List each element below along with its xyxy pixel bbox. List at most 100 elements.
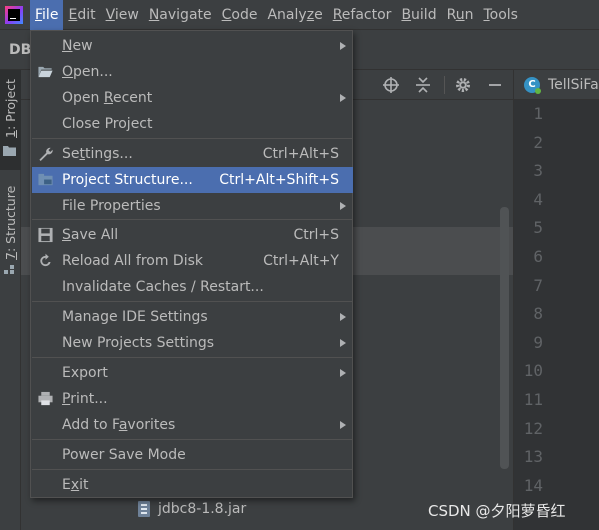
menu-item-label: Print... bbox=[62, 391, 108, 407]
menu-build[interactable]: Build bbox=[396, 0, 441, 30]
tool-tab-project[interactable]: 1: Project bbox=[0, 70, 21, 170]
line-number: 7 bbox=[533, 275, 543, 295]
menu-item-label: Settings... bbox=[62, 146, 133, 162]
line-number: 8 bbox=[533, 304, 543, 324]
menu-edit[interactable]: Edit bbox=[63, 0, 100, 30]
line-number: 9 bbox=[533, 332, 543, 352]
menu-item-exit[interactable]: Exit bbox=[32, 472, 353, 498]
save-icon bbox=[38, 227, 53, 243]
project-structure-icon bbox=[38, 173, 53, 186]
menu-separator bbox=[32, 138, 353, 139]
menu-separator bbox=[32, 469, 353, 470]
menu-item-label: Reload All from Disk bbox=[62, 253, 203, 269]
menu-item-invalidate-caches-restart[interactable]: Invalidate Caches / Restart... bbox=[32, 274, 353, 300]
menu-item-export[interactable]: Export bbox=[32, 360, 353, 386]
menu-run[interactable]: Run bbox=[442, 0, 479, 30]
folder-icon bbox=[3, 146, 16, 156]
menu-item-label: Open... bbox=[62, 64, 113, 80]
file-dropdown-menu: New Open... Open Recent Close Project Settin… bbox=[30, 30, 353, 498]
menu-item-manage-ide-settings[interactable]: Manage IDE Settings bbox=[32, 304, 353, 330]
minimize-icon[interactable] bbox=[485, 75, 505, 95]
menu-item-open-recent[interactable]: Open Recent bbox=[32, 85, 353, 111]
menu-file[interactable]: File bbox=[30, 0, 64, 30]
submenu-arrow-icon bbox=[340, 339, 346, 347]
line-number: 1 bbox=[533, 104, 543, 123]
menu-item-save-all[interactable]: Save All Ctrl+S bbox=[32, 222, 353, 248]
line-number: 10 bbox=[523, 361, 543, 381]
menu-item-label: Project Structure... bbox=[62, 172, 193, 188]
menu-refactor[interactable]: Refactor bbox=[328, 0, 397, 30]
tree-scrollbar[interactable] bbox=[500, 207, 509, 469]
print-icon bbox=[38, 391, 53, 406]
menu-item-label: New bbox=[62, 38, 93, 54]
menu-code[interactable]: Code bbox=[217, 0, 263, 30]
menu-item-close-project[interactable]: Close Project bbox=[32, 111, 353, 137]
menu-view[interactable]: View bbox=[101, 0, 144, 30]
menu-item-reload-all-from-disk[interactable]: Reload All from Disk Ctrl+Alt+Y bbox=[32, 248, 353, 274]
menu-item-project-structure[interactable]: Project Structure... Ctrl+Alt+Shift+S bbox=[32, 167, 353, 193]
editor-tab[interactable]: C TellSiFa bbox=[513, 70, 599, 100]
target-icon[interactable] bbox=[381, 75, 401, 95]
menu-item-new[interactable]: New bbox=[32, 33, 353, 59]
project-tab-label: 1: Project bbox=[3, 79, 18, 138]
class-icon: C bbox=[524, 77, 541, 94]
menu-item-new-projects-settings[interactable]: New Projects Settings bbox=[32, 330, 353, 356]
submenu-arrow-icon bbox=[340, 369, 346, 377]
tree-item-label: jdbc8-1.8.jar bbox=[158, 501, 247, 517]
menu-item-shortcut: Ctrl+Alt+S bbox=[262, 146, 339, 162]
menu-item-label: Open Recent bbox=[62, 90, 153, 106]
editor-tab-label: TellSiFa bbox=[548, 77, 599, 93]
menu-tools[interactable]: Tools bbox=[478, 0, 523, 30]
watermark-text: CSDN @夕阳萝昏红 bbox=[428, 502, 566, 520]
tree-item[interactable]: jdbc8-1.8.jar bbox=[21, 498, 321, 520]
menu-item-settings[interactable]: Settings... Ctrl+Alt+S bbox=[32, 141, 353, 167]
menu-item-label: Power Save Mode bbox=[62, 447, 186, 463]
menu-item-shortcut: Ctrl+S bbox=[293, 227, 339, 243]
submenu-arrow-icon bbox=[340, 42, 346, 50]
line-number: 3 bbox=[533, 161, 543, 181]
menu-item-shortcut: Ctrl+Alt+Y bbox=[263, 253, 339, 269]
main-menu-bar: File Edit View Navigate Code Analyze Refactor B… bbox=[0, 0, 599, 30]
menu-item-file-properties[interactable]: File Properties bbox=[32, 193, 353, 219]
folder-open-icon bbox=[38, 66, 53, 78]
gear-icon[interactable] bbox=[453, 75, 473, 95]
structure-icon bbox=[4, 265, 14, 274]
menu-item-add-to-favorites[interactable]: Add to Favorites bbox=[32, 412, 353, 438]
jar-file-icon bbox=[138, 501, 150, 517]
menu-item-open[interactable]: Open... bbox=[32, 59, 353, 85]
line-number: 13 bbox=[523, 447, 543, 467]
line-number: 2 bbox=[533, 132, 543, 152]
line-number: 5 bbox=[533, 218, 543, 238]
menu-item-label: New Projects Settings bbox=[62, 335, 215, 351]
menu-item-label: Close Project bbox=[62, 116, 153, 132]
reload-icon bbox=[40, 253, 51, 267]
wrench-icon bbox=[39, 147, 53, 162]
structure-tab-label: 7: Structure bbox=[3, 185, 18, 260]
collapse-icon[interactable] bbox=[413, 75, 433, 95]
menu-item-label: Export bbox=[62, 365, 108, 381]
submenu-arrow-icon bbox=[340, 421, 346, 429]
menu-item-label: Manage IDE Settings bbox=[62, 309, 208, 325]
menu-analyze[interactable]: Analyze bbox=[262, 0, 327, 30]
menu-item-label: Add to Favorites bbox=[62, 417, 176, 433]
submenu-arrow-icon bbox=[340, 202, 346, 210]
menu-separator bbox=[32, 301, 353, 302]
submenu-arrow-icon bbox=[340, 313, 346, 321]
menu-navigate[interactable]: Navigate bbox=[144, 0, 217, 30]
menu-item-label: Invalidate Caches / Restart... bbox=[62, 279, 264, 295]
menu-item-label: Save All bbox=[62, 227, 119, 243]
menu-separator bbox=[32, 439, 353, 440]
menu-item-shortcut: Ctrl+Alt+Shift+S bbox=[219, 172, 339, 188]
menu-item-label: File Properties bbox=[62, 198, 161, 214]
tool-tab-structure[interactable]: 7: Structure bbox=[0, 180, 21, 280]
menu-item-label: Exit bbox=[62, 477, 89, 493]
line-number: 11 bbox=[523, 390, 543, 409]
menu-item-power-save-mode[interactable]: Power Save Mode bbox=[32, 442, 353, 468]
line-number: 6 bbox=[533, 247, 543, 266]
line-number: 4 bbox=[533, 189, 543, 209]
project-name-label[interactable]: DB bbox=[9, 30, 31, 70]
menu-separator bbox=[32, 357, 353, 358]
menu-item-print[interactable]: Print... bbox=[32, 386, 353, 412]
line-number: 12 bbox=[523, 418, 543, 438]
submenu-arrow-icon bbox=[340, 94, 346, 102]
